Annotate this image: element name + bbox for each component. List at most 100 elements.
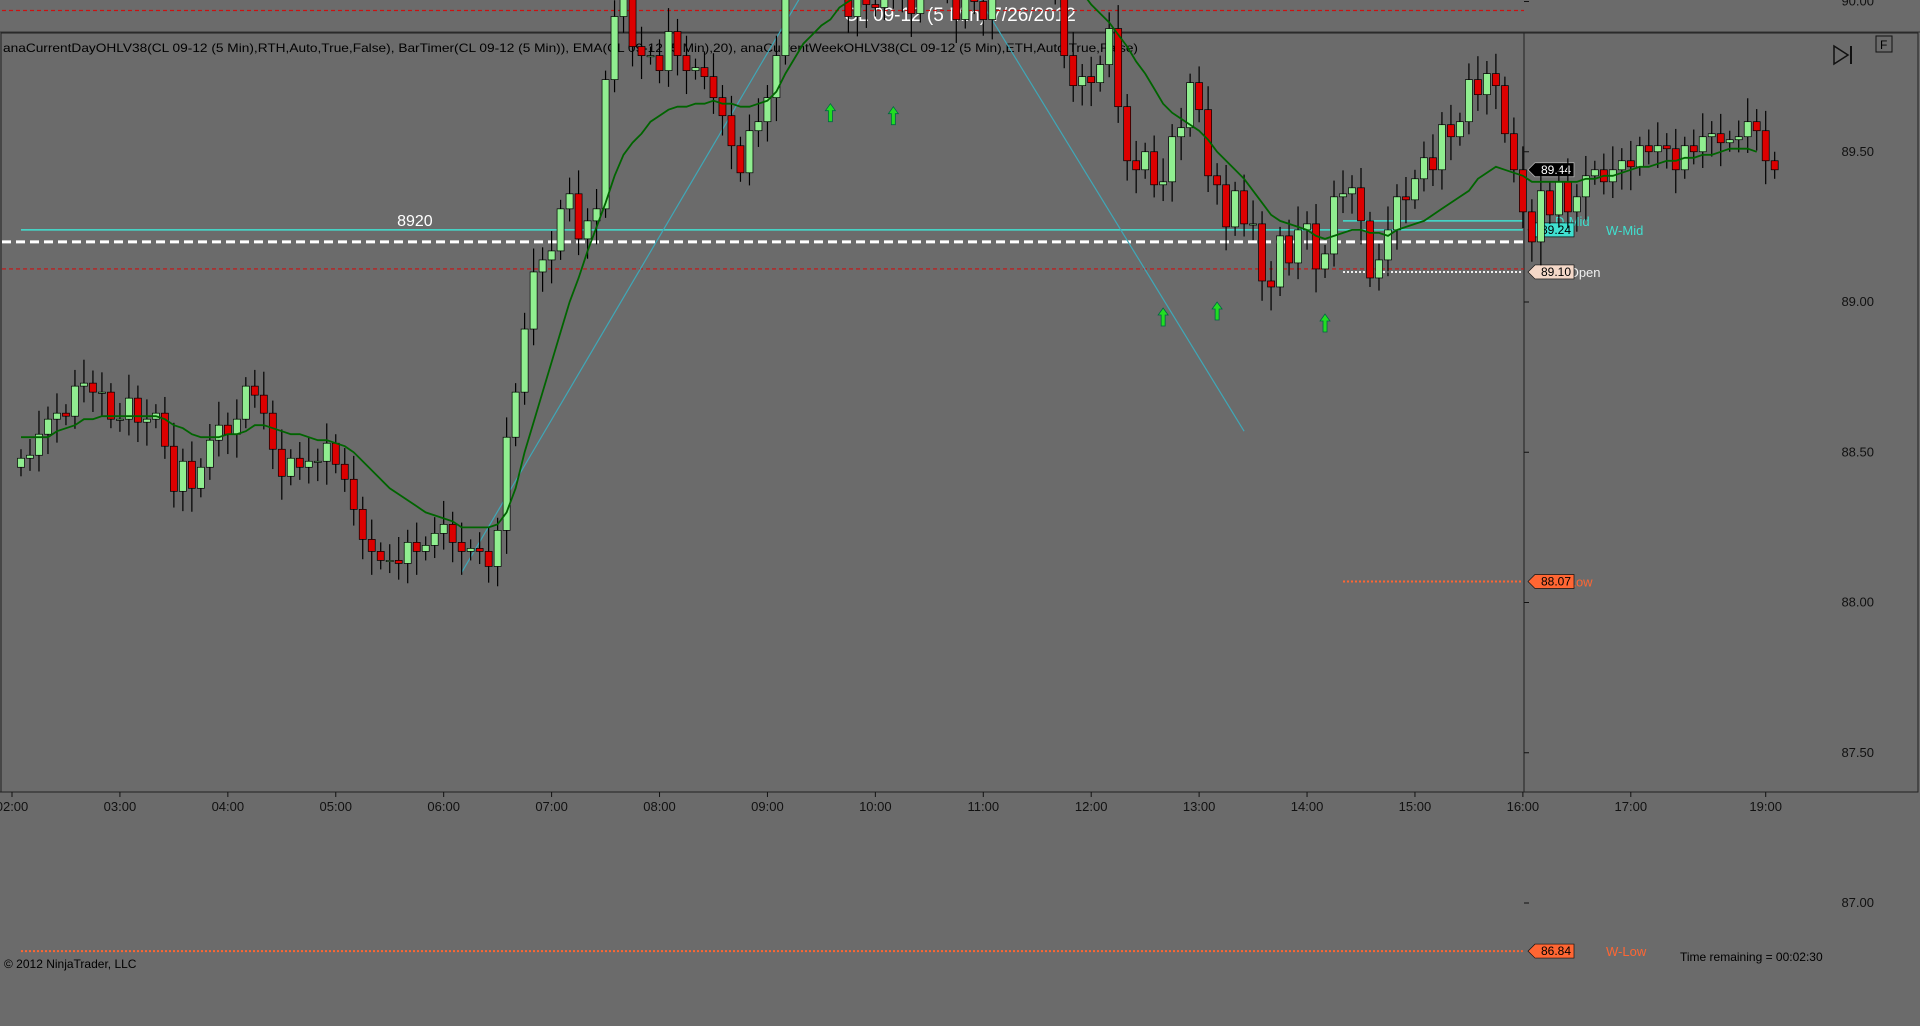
up-candle-body — [1186, 82, 1194, 129]
down-candle-body — [1222, 184, 1230, 228]
current-price-badge: 89.44 — [1527, 162, 1575, 178]
candle — [862, 0, 871, 28]
w-low-price-badge: 86.84 — [1527, 943, 1575, 959]
y-tick-label: 87.50 — [1841, 745, 1874, 760]
up-candle-body — [1483, 73, 1491, 96]
down-candle-body — [736, 145, 745, 174]
up-candle-body — [466, 548, 475, 552]
up-candle-body — [1249, 223, 1257, 226]
f-button-label: F — [1880, 38, 1887, 52]
d-low-price-badge: 88.07 — [1527, 574, 1575, 589]
w-mid-label: W-Mid — [1606, 223, 1643, 238]
down-candle-body — [268, 412, 277, 450]
up-candle-body — [71, 385, 79, 417]
up-candle-body — [1339, 193, 1347, 198]
up-candle-body — [1078, 76, 1087, 86]
down-candle-body — [970, 0, 979, 2]
up-candle-body — [322, 442, 331, 462]
down-candle-body — [1563, 181, 1572, 213]
up-candle-body — [1393, 196, 1401, 231]
down-candle-body — [1402, 196, 1410, 201]
up-candle-body — [619, 0, 628, 17]
y-tick-label: 88.00 — [1841, 595, 1874, 610]
up-candle-body — [439, 524, 448, 534]
down-candle-body — [376, 551, 385, 561]
down-candle-body — [89, 382, 97, 393]
up-candle-body — [1617, 160, 1626, 171]
up-candle-body — [241, 385, 250, 420]
x-tick-label: 15:00 — [1399, 799, 1432, 814]
badge-text: 86.84 — [1541, 944, 1571, 958]
down-candle-body — [1761, 130, 1770, 162]
up-candle-body — [17, 457, 25, 468]
up-candle-body — [304, 460, 313, 468]
up-candle-body — [1653, 145, 1662, 153]
down-candle-body — [1357, 187, 1365, 222]
up-candle-body — [232, 418, 241, 435]
indicator-list: anaCurrentDayOHLV38(CL 09-12 (5 Min),RTH… — [3, 41, 1138, 55]
down-candle-body — [1123, 106, 1132, 162]
down-candle-body — [1626, 160, 1635, 168]
down-candle-body — [1492, 73, 1500, 86]
up-candle-body — [26, 454, 34, 459]
up-candle-body — [53, 412, 61, 420]
down-candle-body — [1716, 133, 1725, 144]
down-candle-body — [1752, 121, 1761, 132]
down-candle-body — [358, 508, 367, 540]
candle — [970, 0, 979, 15]
down-candle-body — [475, 548, 484, 552]
y-tick-label: 88.50 — [1841, 444, 1874, 459]
up-candle-body — [646, 55, 655, 58]
up-candle-body — [1465, 79, 1473, 123]
up-candle-body — [1105, 28, 1114, 65]
up-candle-body — [610, 16, 619, 80]
x-tick-label: 05:00 — [319, 799, 352, 814]
x-tick-label: 10:00 — [859, 799, 892, 814]
up-candle-body — [745, 130, 754, 174]
candle — [511, 383, 520, 447]
candle — [781, 0, 790, 65]
up-candle-body — [286, 457, 295, 477]
down-candle-body — [718, 97, 727, 117]
up-candle-body — [880, 0, 889, 8]
up-candle-body — [781, 0, 790, 56]
down-candle-body — [340, 463, 349, 480]
down-candle-body — [412, 542, 421, 552]
up-candle-body — [1375, 259, 1383, 279]
down-candle-body — [134, 397, 142, 423]
up-candle-body — [179, 460, 187, 492]
up-candle-body — [1411, 178, 1419, 201]
down-candle-body — [1644, 145, 1653, 153]
down-candle-body — [331, 442, 340, 465]
up-candle-body — [493, 530, 502, 567]
up-candle-body — [1698, 136, 1707, 153]
w-low-label: W-Low — [1606, 944, 1647, 959]
x-tick-label: 19:00 — [1749, 799, 1782, 814]
down-candle-body — [907, 0, 916, 14]
candlestick-chart[interactable]: anaCurrentDayOHLV38(CL 09-12 (5 Min),RTH… — [0, 0, 1920, 1026]
up-candle-body — [601, 79, 610, 210]
up-candle-body — [1537, 190, 1545, 243]
candle — [946, 0, 948, 4]
badge-text: 89.24 — [1541, 223, 1571, 237]
up-candle-body — [1159, 181, 1167, 186]
up-candle-body — [1456, 121, 1464, 138]
up-candle-body — [538, 259, 547, 273]
time-remaining-label: Time remaining = 00:02:30 — [1680, 950, 1823, 964]
up-candle-body — [583, 220, 592, 240]
down-candle-body — [1662, 145, 1671, 150]
down-candle-body — [1501, 85, 1509, 135]
up-candle-body — [511, 391, 520, 438]
up-candle-body — [1141, 151, 1150, 171]
up-candle-body — [403, 542, 412, 564]
f-button[interactable]: F — [1875, 35, 1893, 53]
down-candle-body — [448, 524, 457, 543]
candle — [1366, 211, 1374, 287]
down-candle-body — [1447, 124, 1455, 138]
down-candle-body — [394, 560, 403, 564]
up-candle-body — [1096, 64, 1105, 83]
down-candle-body — [637, 46, 646, 56]
down-candle-body — [250, 385, 259, 396]
down-candle-body — [574, 193, 583, 240]
up-candle-body — [143, 418, 151, 423]
